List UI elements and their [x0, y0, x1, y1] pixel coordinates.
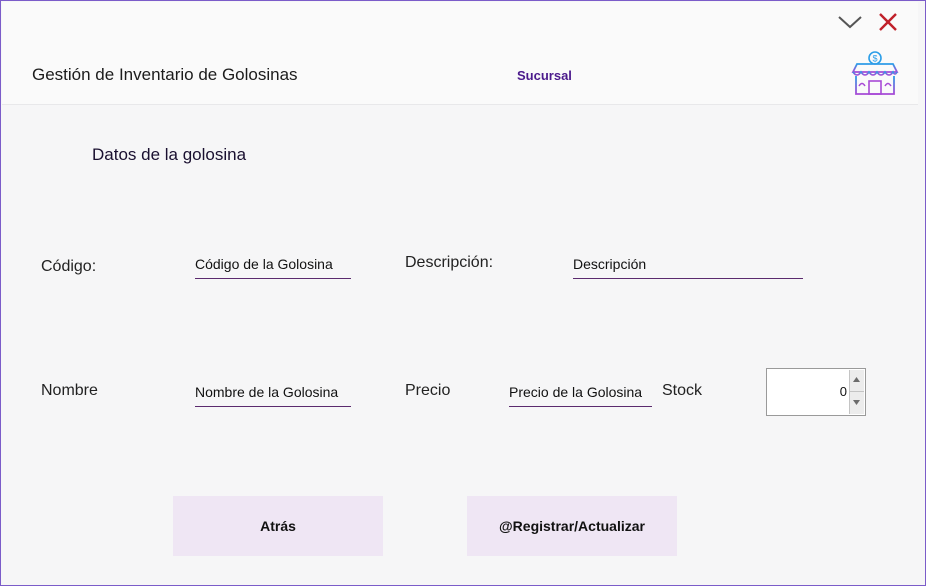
- stock-label: Stock: [662, 382, 703, 399]
- nombre-label: Nombre: [41, 382, 98, 399]
- stock-value[interactable]: 0: [840, 384, 847, 399]
- descripcion-field[interactable]: [573, 249, 803, 279]
- register-update-button[interactable]: @Registrar/Actualizar: [467, 496, 677, 556]
- spinner-up-icon[interactable]: [849, 370, 864, 392]
- spinner-down-icon[interactable]: [849, 392, 864, 414]
- nombre-field[interactable]: [195, 377, 351, 407]
- descripcion-label: Descripción:: [405, 254, 494, 271]
- codigo-label: Código:: [41, 258, 97, 275]
- app-title: Gestión de Inventario de Golosinas: [32, 65, 298, 84]
- precio-label: Precio: [405, 382, 451, 399]
- section-title: Datos de la golosina: [92, 145, 247, 164]
- back-button[interactable]: Atrás: [173, 496, 383, 556]
- app-window: Gestión de Inventario de Golosinas Sucur…: [0, 0, 926, 586]
- close-icon[interactable]: [876, 10, 900, 34]
- precio-field[interactable]: [509, 377, 652, 407]
- header-bar: Gestión de Inventario de Golosinas Sucur…: [2, 2, 918, 105]
- svg-text:$: $: [872, 54, 877, 64]
- store-icon: $: [847, 50, 901, 98]
- stock-spinner[interactable]: 0: [766, 368, 866, 416]
- chevron-down-icon[interactable]: [838, 10, 862, 34]
- codigo-field[interactable]: [195, 249, 351, 279]
- branch-label: Sucursal: [517, 68, 572, 83]
